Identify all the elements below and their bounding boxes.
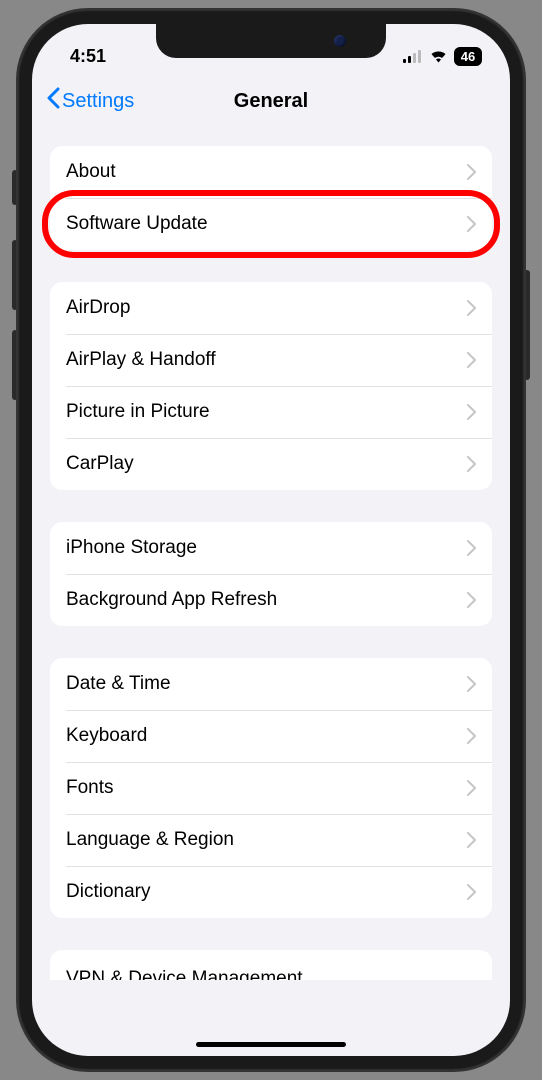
row-label: Fonts <box>66 777 114 799</box>
power-button <box>524 270 530 380</box>
row-label: Keyboard <box>66 725 147 747</box>
chevron-right-icon <box>467 728 476 744</box>
row-fonts[interactable]: Fonts <box>50 762 492 814</box>
row-label: AirPlay & Handoff <box>66 349 216 371</box>
row-airplay-handoff[interactable]: AirPlay & Handoff <box>50 334 492 386</box>
chevron-right-icon <box>467 592 476 608</box>
chevron-right-icon <box>467 300 476 316</box>
chevron-right-icon <box>467 780 476 796</box>
settings-group: AirDrop AirPlay & Handoff Picture in Pictu… <box>50 282 492 490</box>
row-carplay[interactable]: CarPlay <box>50 438 492 490</box>
settings-group: VPN & Device Management <box>50 950 492 980</box>
battery-badge: 46 <box>454 47 482 66</box>
back-button[interactable]: Settings <box>46 87 134 115</box>
row-software-update[interactable]: Software Update <box>50 198 492 250</box>
row-about[interactable]: About <box>50 146 492 198</box>
chevron-right-icon <box>467 676 476 692</box>
row-vpn-device-management[interactable]: VPN & Device Management <box>50 950 492 980</box>
settings-group: Date & Time Keyboard Fonts Language & Regio… <box>50 658 492 918</box>
chevron-right-icon <box>467 216 476 232</box>
chevron-right-icon <box>467 540 476 556</box>
content-scroll[interactable]: About Software Update AirDrop AirPlay & Han… <box>32 128 510 1056</box>
row-label: Background App Refresh <box>66 589 277 611</box>
row-label: Software Update <box>66 213 208 235</box>
home-indicator[interactable] <box>196 1042 346 1047</box>
row-language-region[interactable]: Language & Region <box>50 814 492 866</box>
back-label: Settings <box>62 90 134 113</box>
row-label: CarPlay <box>66 453 134 475</box>
row-airdrop[interactable]: AirDrop <box>50 282 492 334</box>
chevron-right-icon <box>467 164 476 180</box>
page-title: General <box>234 90 308 113</box>
row-label: Picture in Picture <box>66 401 210 423</box>
settings-group: iPhone Storage Background App Refresh <box>50 522 492 626</box>
front-camera <box>334 35 346 47</box>
row-label: VPN & Device Management <box>66 968 303 980</box>
notch <box>156 24 386 58</box>
settings-group: About Software Update <box>50 146 492 250</box>
cellular-icon <box>403 50 423 63</box>
row-background-app-refresh[interactable]: Background App Refresh <box>50 574 492 626</box>
row-label: Dictionary <box>66 881 150 903</box>
row-label: Date & Time <box>66 673 171 695</box>
chevron-right-icon <box>467 404 476 420</box>
row-label: iPhone Storage <box>66 537 197 559</box>
status-right: 46 <box>403 47 482 66</box>
row-iphone-storage[interactable]: iPhone Storage <box>50 522 492 574</box>
chevron-right-icon <box>467 832 476 848</box>
row-label: Language & Region <box>66 829 234 851</box>
row-label: About <box>66 161 116 183</box>
row-dictionary[interactable]: Dictionary <box>50 866 492 918</box>
row-label: AirDrop <box>66 297 130 319</box>
nav-bar: Settings General <box>32 74 510 128</box>
chevron-left-icon <box>46 87 60 115</box>
chevron-right-icon <box>467 884 476 900</box>
status-time: 4:51 <box>70 46 106 67</box>
wifi-icon <box>429 49 448 63</box>
row-date-time[interactable]: Date & Time <box>50 658 492 710</box>
chevron-right-icon <box>467 352 476 368</box>
row-keyboard[interactable]: Keyboard <box>50 710 492 762</box>
screen: 4:51 46 Settings General About <box>32 24 510 1056</box>
chevron-right-icon <box>467 456 476 472</box>
phone-frame: 4:51 46 Settings General About <box>18 10 524 1070</box>
row-picture-in-picture[interactable]: Picture in Picture <box>50 386 492 438</box>
